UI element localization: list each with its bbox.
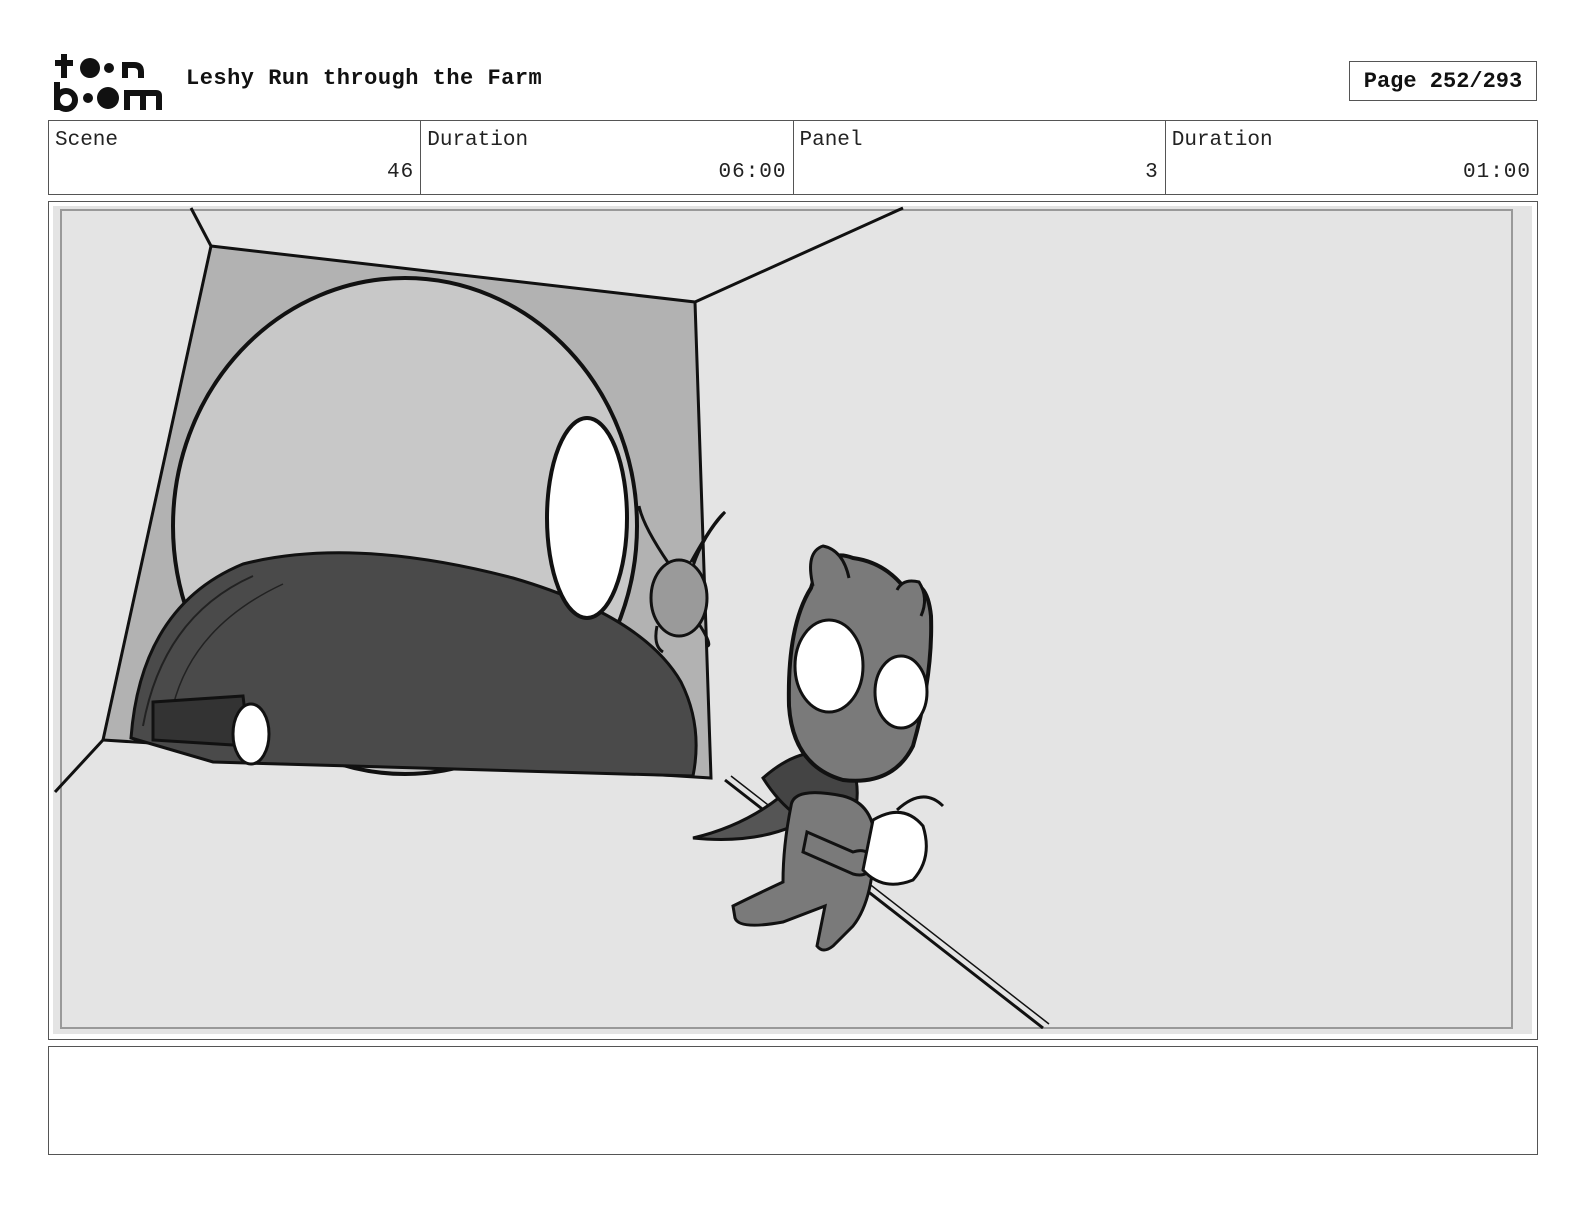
pipe-cap xyxy=(231,702,271,766)
scene-duration-value: 06:00 xyxy=(718,161,787,184)
scene-duration-label: Duration xyxy=(427,129,529,152)
scene-cell: Scene 46 xyxy=(49,121,422,194)
panel-duration-label: Duration xyxy=(1171,129,1273,152)
info-bar: Scene 46 Duration 06:00 Panel 3 Duration… xyxy=(48,120,1538,195)
toon-boom-logo-icon xyxy=(54,54,162,112)
storyboard-sketch-icon xyxy=(53,206,1532,1034)
toon-boom-logo xyxy=(52,52,164,112)
scene-duration-cell: Duration 06:00 xyxy=(421,121,794,194)
panel-cell: Panel 3 xyxy=(794,121,1166,194)
panel-label: Panel xyxy=(799,129,863,152)
panel-value: 3 xyxy=(1145,161,1159,184)
panel-image xyxy=(53,206,1532,1034)
scene-value: 46 xyxy=(387,161,415,184)
panel-notes xyxy=(48,1046,1538,1155)
scene-label: Scene xyxy=(55,129,119,152)
panel-frame xyxy=(48,201,1538,1040)
page-indicator: Page 252/293 xyxy=(1349,61,1537,101)
panel-duration-value: 01:00 xyxy=(1462,161,1531,184)
machine-porthole xyxy=(545,416,629,620)
panel-duration-cell: Duration 01:00 xyxy=(1166,121,1537,194)
storyboard-title: Leshy Run through the Farm xyxy=(186,66,543,91)
